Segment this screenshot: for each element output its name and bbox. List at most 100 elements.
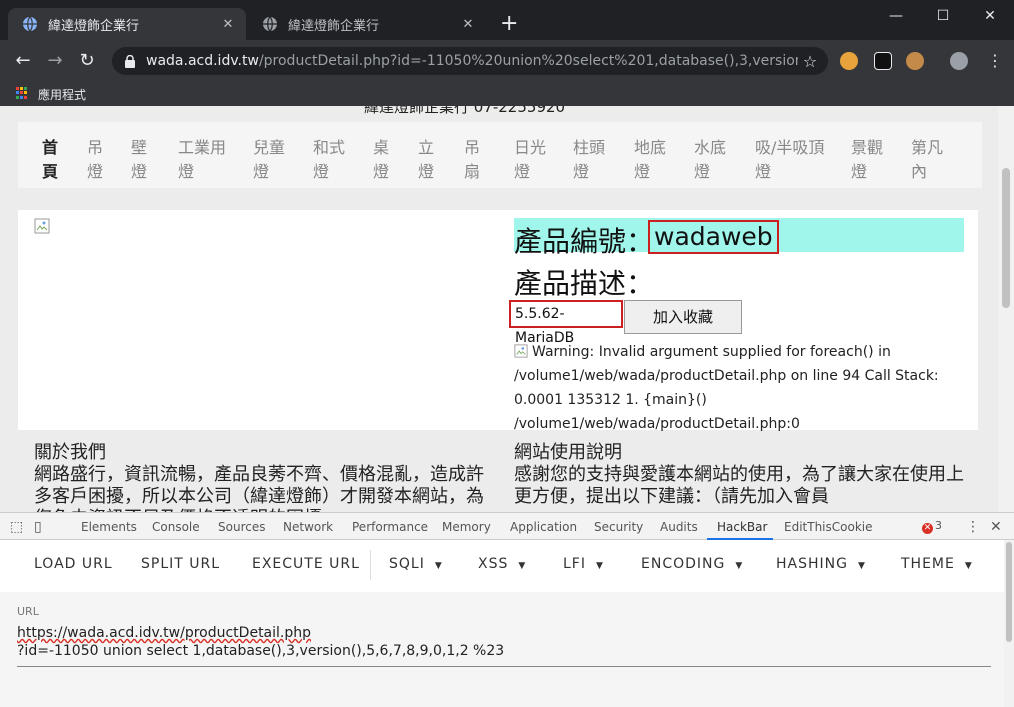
devtab-application[interactable]: Application (510, 520, 577, 534)
forward-arrow-icon[interactable]: → (44, 50, 66, 72)
lock-icon (125, 54, 135, 68)
devtab-memory[interactable]: Memory (442, 520, 491, 534)
nav-item-ceiling[interactable]: 吸/半吸頂燈 (755, 136, 824, 184)
kebab-menu-icon[interactable]: ⋮ (984, 50, 1006, 72)
nav-item-children[interactable]: 兒童燈 (253, 136, 285, 184)
product-code-row: 產品編號： wadaweb (514, 218, 964, 258)
product-code-label: 產品編號： (514, 225, 655, 258)
extension-icon[interactable] (906, 52, 924, 70)
address-bar[interactable]: wada.acd.idv.tw/productDetail.php?id=-11… (112, 47, 828, 75)
scrollbar-thumb[interactable] (1006, 542, 1012, 642)
apps-grid-icon[interactable] (16, 87, 28, 99)
nav-item-fluorescent[interactable]: 日光燈 (514, 136, 546, 184)
about-section: 關於我們 網路盛行，資訊流暢，產品良莠不齊、價格混亂，造成許多客戶困擾，所以本公… (34, 442, 484, 512)
product-panel: 產品編號： wadaweb 產品描述： 5.5.62-MariaDB 加入收藏 … (18, 210, 978, 432)
hackbar-url-panel: URL https://wada.acd.idv.tw/productDetai… (0, 592, 1004, 707)
nav-item-table-lamp[interactable]: 桌燈 (373, 136, 389, 184)
nav-item-ceiling-fan[interactable]: 吊扇 (464, 136, 480, 184)
close-icon[interactable]: ✕ (460, 17, 476, 32)
split-url-button[interactable]: SPLIT URL (141, 556, 220, 572)
close-icon[interactable]: ✕ (220, 17, 236, 32)
device-toolbar-icon[interactable]: ▯ (34, 519, 42, 535)
nav-item-landscape[interactable]: 景觀燈 (851, 136, 883, 184)
url-line-2: ?id=-11050 union select 1,database(),3,v… (17, 643, 505, 659)
browser-tab-inactive[interactable]: 緯達燈飾企業行 ✕ (248, 8, 486, 40)
error-badge[interactable]: ✕ 3 (922, 519, 942, 534)
devtab-hackbar[interactable]: HackBar (717, 520, 767, 534)
devtab-sources[interactable]: Sources (218, 520, 265, 534)
caret-down-icon: ▼ (518, 561, 527, 571)
lfi-menu[interactable]: LFI ▼ (563, 556, 604, 572)
version-value: 5.5.62-MariaDB (509, 300, 623, 346)
devtab-security[interactable]: Security (594, 520, 643, 534)
url-textarea[interactable]: https://wada.acd.idv.tw/productDetail.ph… (17, 624, 987, 660)
about-title: 關於我們 (34, 442, 106, 463)
devtab-performance[interactable]: Performance (352, 520, 428, 534)
maximize-icon[interactable]: ☐ (920, 8, 966, 24)
hackbar-menu: LOAD URL SPLIT URL EXECUTE URL SQLI ▼ XSS… (0, 540, 1004, 592)
plus-icon[interactable]: + (500, 13, 518, 35)
devtab-editthiscookie[interactable]: EditThisCookie (784, 520, 873, 534)
extension-icon[interactable] (840, 52, 858, 70)
window-close-icon[interactable]: ✕ (967, 8, 1013, 24)
close-icon[interactable]: ✕ (990, 519, 1002, 535)
tab-title: 緯達燈飾企業行 (48, 18, 140, 34)
page-viewport: 緯達燈飾企業行 07-2255920 首頁 吊燈 壁燈 工業用燈 兒童燈 和式燈… (0, 106, 998, 512)
extension-icon[interactable] (874, 52, 892, 70)
reload-icon[interactable]: ↻ (76, 50, 98, 72)
scrollbar-thumb[interactable] (1002, 168, 1010, 308)
header-contact-text: 緯達燈飾企業行 07-2255920 (364, 106, 566, 116)
browser-tab-active[interactable]: 緯達燈飾企業行 ✕ (8, 8, 246, 40)
product-code-value: wadaweb (648, 220, 779, 254)
load-url-button[interactable]: LOAD URL (34, 556, 113, 572)
minimize-icon[interactable]: — (873, 8, 919, 24)
extension-icon[interactable] (950, 52, 968, 70)
menu-divider (370, 550, 371, 580)
warning-text: Warning: Invalid argument supplied for f… (514, 344, 939, 432)
nav-item-chandelier[interactable]: 吊燈 (87, 136, 103, 184)
star-icon[interactable]: ☆ (798, 52, 822, 71)
nav-item-underground[interactable]: 地底燈 (634, 136, 666, 184)
devtab-audits[interactable]: Audits (660, 520, 698, 534)
xss-menu[interactable]: XSS ▼ (478, 556, 526, 572)
theme-menu[interactable]: THEME ▼ (901, 556, 973, 572)
error-icon: ✕ (922, 523, 933, 534)
url-field-underline (17, 666, 991, 667)
apps-label[interactable]: 應用程式 (38, 86, 86, 103)
title-bar: 緯達燈飾企業行 ✕ 緯達燈飾企業行 ✕ + — ☐ ✕ (0, 0, 1014, 40)
browser-toolbar: ← → ↻ wada.acd.idv.tw/productDetail.php?… (0, 40, 1014, 82)
tab-title: 緯達燈飾企業行 (288, 18, 380, 34)
add-favorite-button[interactable]: 加入收藏 (624, 300, 742, 334)
encoding-menu[interactable]: ENCODING ▼ (641, 556, 743, 572)
kebab-menu-icon[interactable]: ⋮ (966, 519, 980, 535)
hashing-menu[interactable]: HASHING ▼ (776, 556, 866, 572)
url-field-label: URL (17, 605, 39, 618)
url-text: wada.acd.idv.tw/productDetail.php?id=-11… (146, 53, 798, 69)
usage-section: 網站使用說明 感謝您的支持與愛護本網站的使用，為了讓大家在使用上更方便，提出以下… (514, 442, 964, 508)
nav-item-home[interactable]: 首頁 (42, 136, 58, 184)
php-warning: Warning: Invalid argument supplied for f… (514, 340, 964, 436)
nav-item-wall-lamp[interactable]: 壁燈 (131, 136, 147, 184)
usage-text: 感謝您的支持與愛護本網站的使用，為了讓大家在使用上更方便，提出以下建議：（請先加… (514, 464, 964, 507)
devtab-network[interactable]: Network (283, 520, 333, 534)
bookmarks-bar: 應用程式 (0, 82, 1014, 106)
nav-item-floor-lamp[interactable]: 立燈 (418, 136, 434, 184)
caret-down-icon: ▼ (735, 561, 744, 571)
broken-image-icon (514, 344, 528, 358)
nav-item-underwater[interactable]: 水底燈 (694, 136, 726, 184)
caret-down-icon: ▼ (595, 561, 604, 571)
page-scrollbar[interactable] (998, 106, 1014, 512)
nav-item-japanese[interactable]: 和式燈 (313, 136, 345, 184)
devtools-tabbar: ⬚ ▯ Elements Console Sources Network Per… (0, 512, 1014, 540)
nav-item-tiffany[interactable]: 第凡內 (911, 136, 943, 184)
nav-item-industrial[interactable]: 工業用燈 (178, 136, 226, 184)
devtools-scrollbar[interactable] (1004, 540, 1014, 707)
url-line-1: https://wada.acd.idv.tw/productDetail.ph… (17, 625, 312, 641)
execute-url-button[interactable]: EXECUTE URL (252, 556, 360, 572)
devtab-elements[interactable]: Elements (81, 520, 137, 534)
inspect-icon[interactable]: ⬚ (10, 519, 23, 535)
nav-item-pillar[interactable]: 柱頭燈 (573, 136, 605, 184)
back-arrow-icon[interactable]: ← (12, 50, 34, 72)
sqli-menu[interactable]: SQLI ▼ (389, 556, 443, 572)
devtab-console[interactable]: Console (152, 520, 200, 534)
